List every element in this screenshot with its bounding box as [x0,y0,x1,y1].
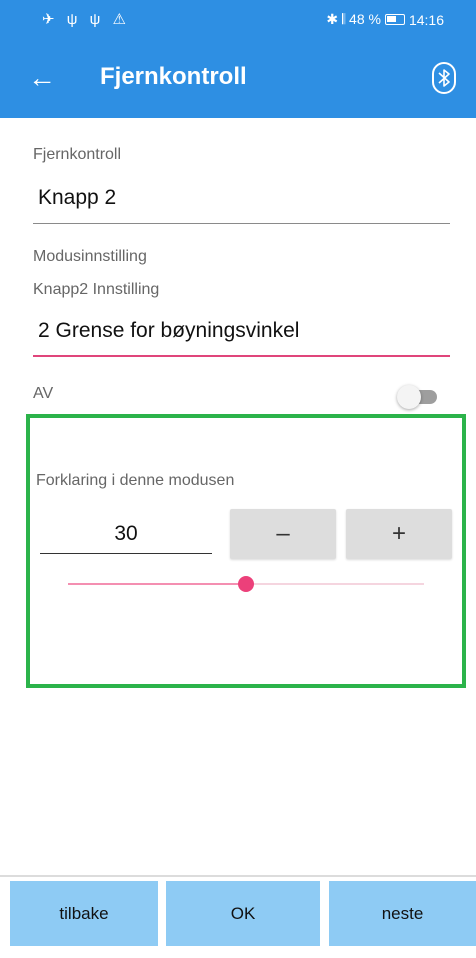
explanation-panel: Forklaring i denne modusen 30 – + [26,414,466,688]
back-button[interactable]: tilbake [10,881,158,946]
increment-button[interactable]: + [346,509,452,559]
system-status: ✱ 𝄃 48 % 14:16 [326,11,444,28]
button-setting-label: Knapp2 Innstilling [33,281,160,298]
mode-label: Modusinnstilling [33,248,147,265]
arrow-left-icon[interactable]: ← [28,60,58,96]
toggle-thumb [397,385,421,409]
clock: 14:16 [408,11,444,28]
toggle-label: AV [33,385,54,402]
decrement-button[interactable]: – [230,509,336,559]
battery-charging-icon [384,14,405,25]
remote-label: Fjernkontroll [33,146,122,163]
ok-button[interactable]: OK [166,881,320,946]
status-bar: ✈ ψ ψ ⚠ ✱ 𝄃 48 % 14:16 [0,0,476,38]
bottom-divider [0,875,476,877]
bluetooth-glyph [438,69,450,87]
next-button[interactable]: neste [329,881,476,946]
mode-toggle[interactable] [397,385,441,409]
value-input[interactable]: 30 [40,514,212,554]
app-bar: ← Fjernkontroll [0,38,476,118]
notification-icons: ✈ ψ ψ ⚠ [42,11,130,28]
mode-field[interactable]: 2 Grense for bøyningsvinkel [33,313,450,357]
status-indicators: ✱ 𝄃 48 % [326,11,381,27]
remote-field[interactable]: Knapp 2 [33,180,450,224]
value-slider[interactable] [68,576,424,592]
slider-thumb[interactable] [238,576,254,592]
explanation-label: Forklaring i denne modusen [36,472,235,489]
page-title: Fjernkontroll [100,63,247,90]
bluetooth-icon[interactable] [432,62,456,94]
slider-fill [68,583,246,585]
